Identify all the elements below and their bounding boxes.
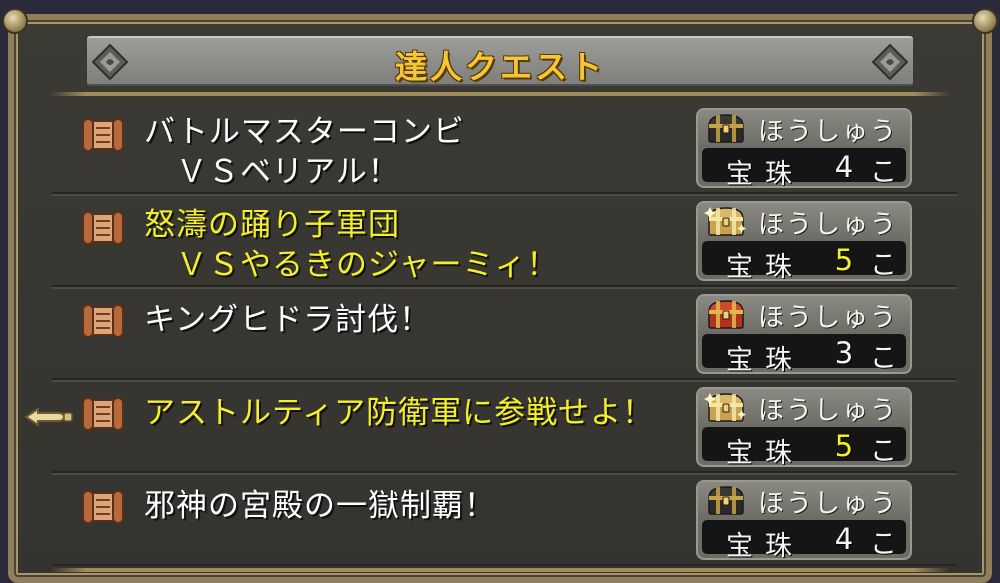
reward-unit: こ <box>870 529 897 560</box>
reward-count: 5 <box>834 243 854 277</box>
reward-count: 4 <box>834 522 854 556</box>
gold-chest-icon <box>704 393 746 422</box>
reward-item-name: 宝珠 <box>726 252 804 281</box>
quest-name-line2: ＶＳベリアル！ <box>176 154 400 190</box>
quest-scroll-icon <box>82 118 124 152</box>
quest-row[interactable]: 邪神の宮殿の一獄制覇！ ほうしゅう 宝珠 4 こ <box>52 472 957 566</box>
reward-body: 宝珠 5 こ <box>702 241 906 279</box>
reward-header: ほうしゅう <box>698 110 910 147</box>
reward-item-name: 宝珠 <box>726 159 804 188</box>
reward-unit: こ <box>870 250 897 281</box>
bottom-divider-ornament <box>50 568 950 572</box>
diamond-ornament-icon <box>871 43 909 81</box>
reward-panel: ほうしゅう 宝珠 4 こ <box>696 480 912 560</box>
reward-item-name: 宝珠 <box>726 345 804 374</box>
quest-name: 怒濤の踊り子軍団 <box>144 207 400 243</box>
reward-panel: ほうしゅう 宝珠 5 こ <box>696 387 912 467</box>
reward-item-name: 宝珠 <box>726 531 804 560</box>
reward-count: 5 <box>834 429 854 463</box>
reward-label: ほうしゅう <box>758 303 899 333</box>
reward-header: ほうしゅう <box>698 203 910 240</box>
window-title-bar: 達人クエスト <box>87 36 913 86</box>
reward-count: 4 <box>834 150 854 184</box>
reward-label: ほうしゅう <box>758 117 899 147</box>
quest-scroll-icon <box>82 304 124 338</box>
reward-label: ほうしゅう <box>758 210 899 240</box>
reward-body: 宝珠 4 こ <box>702 520 906 558</box>
dark-chest-icon <box>708 114 744 143</box>
reward-unit: こ <box>870 343 897 374</box>
reward-panel: ほうしゅう 宝珠 5 こ <box>696 201 912 281</box>
reward-body: 宝珠 3 こ <box>702 334 906 372</box>
quest-name: アストルティア防衛軍に参戦せよ！ <box>144 395 655 431</box>
quest-row[interactable]: バトルマスターコンビ ＶＳベリアル！ ほうしゅう 宝珠 4 こ <box>52 100 957 196</box>
quest-name: 邪神の宮殿の一獄制覇！ <box>144 488 496 524</box>
quest-row[interactable]: キングヒドラ討伐！ ほうしゅう 宝珠 3 こ <box>52 286 957 382</box>
reward-item-name: 宝珠 <box>726 438 804 467</box>
reward-unit: こ <box>870 157 897 188</box>
reward-label: ほうしゅう <box>758 489 899 519</box>
reward-body: 宝珠 4 こ <box>702 148 906 186</box>
top-divider-ornament <box>50 92 950 96</box>
quest-scroll-icon <box>82 211 124 245</box>
reward-panel: ほうしゅう 宝珠 4 こ <box>696 108 912 188</box>
reward-header: ほうしゅう <box>698 389 910 426</box>
dark-chest-icon <box>708 486 744 515</box>
quest-scroll-icon <box>82 490 124 524</box>
frame-corner-ornament <box>2 8 28 34</box>
reward-header: ほうしゅう <box>698 296 910 333</box>
red-chest-icon <box>708 300 744 329</box>
reward-panel: ほうしゅう 宝珠 3 こ <box>696 294 912 374</box>
quest-name-line2: ＶＳやるきのジャーミィ！ <box>176 247 559 283</box>
reward-count: 3 <box>834 336 854 370</box>
quest-scroll-icon <box>82 397 124 431</box>
pointing-hand-cursor-icon <box>24 407 73 427</box>
quest-name: バトルマスターコンビ <box>144 114 465 150</box>
reward-label: ほうしゅう <box>758 396 899 426</box>
frame-corner-ornament <box>972 8 998 34</box>
reward-body: 宝珠 5 こ <box>702 427 906 465</box>
window-title: 達人クエスト <box>394 48 605 86</box>
reward-header: ほうしゅう <box>698 482 910 519</box>
gold-chest-icon <box>704 207 746 236</box>
quest-row[interactable]: 怒濤の踊り子軍団 ＶＳやるきのジャーミィ！ ほうしゅう 宝珠 5 こ <box>52 193 957 289</box>
reward-unit: こ <box>870 436 897 467</box>
quest-row[interactable]: アストルティア防衛軍に参戦せよ！ ほうしゅう 宝珠 5 こ <box>52 379 957 475</box>
quest-name: キングヒドラ討伐！ <box>144 302 432 338</box>
